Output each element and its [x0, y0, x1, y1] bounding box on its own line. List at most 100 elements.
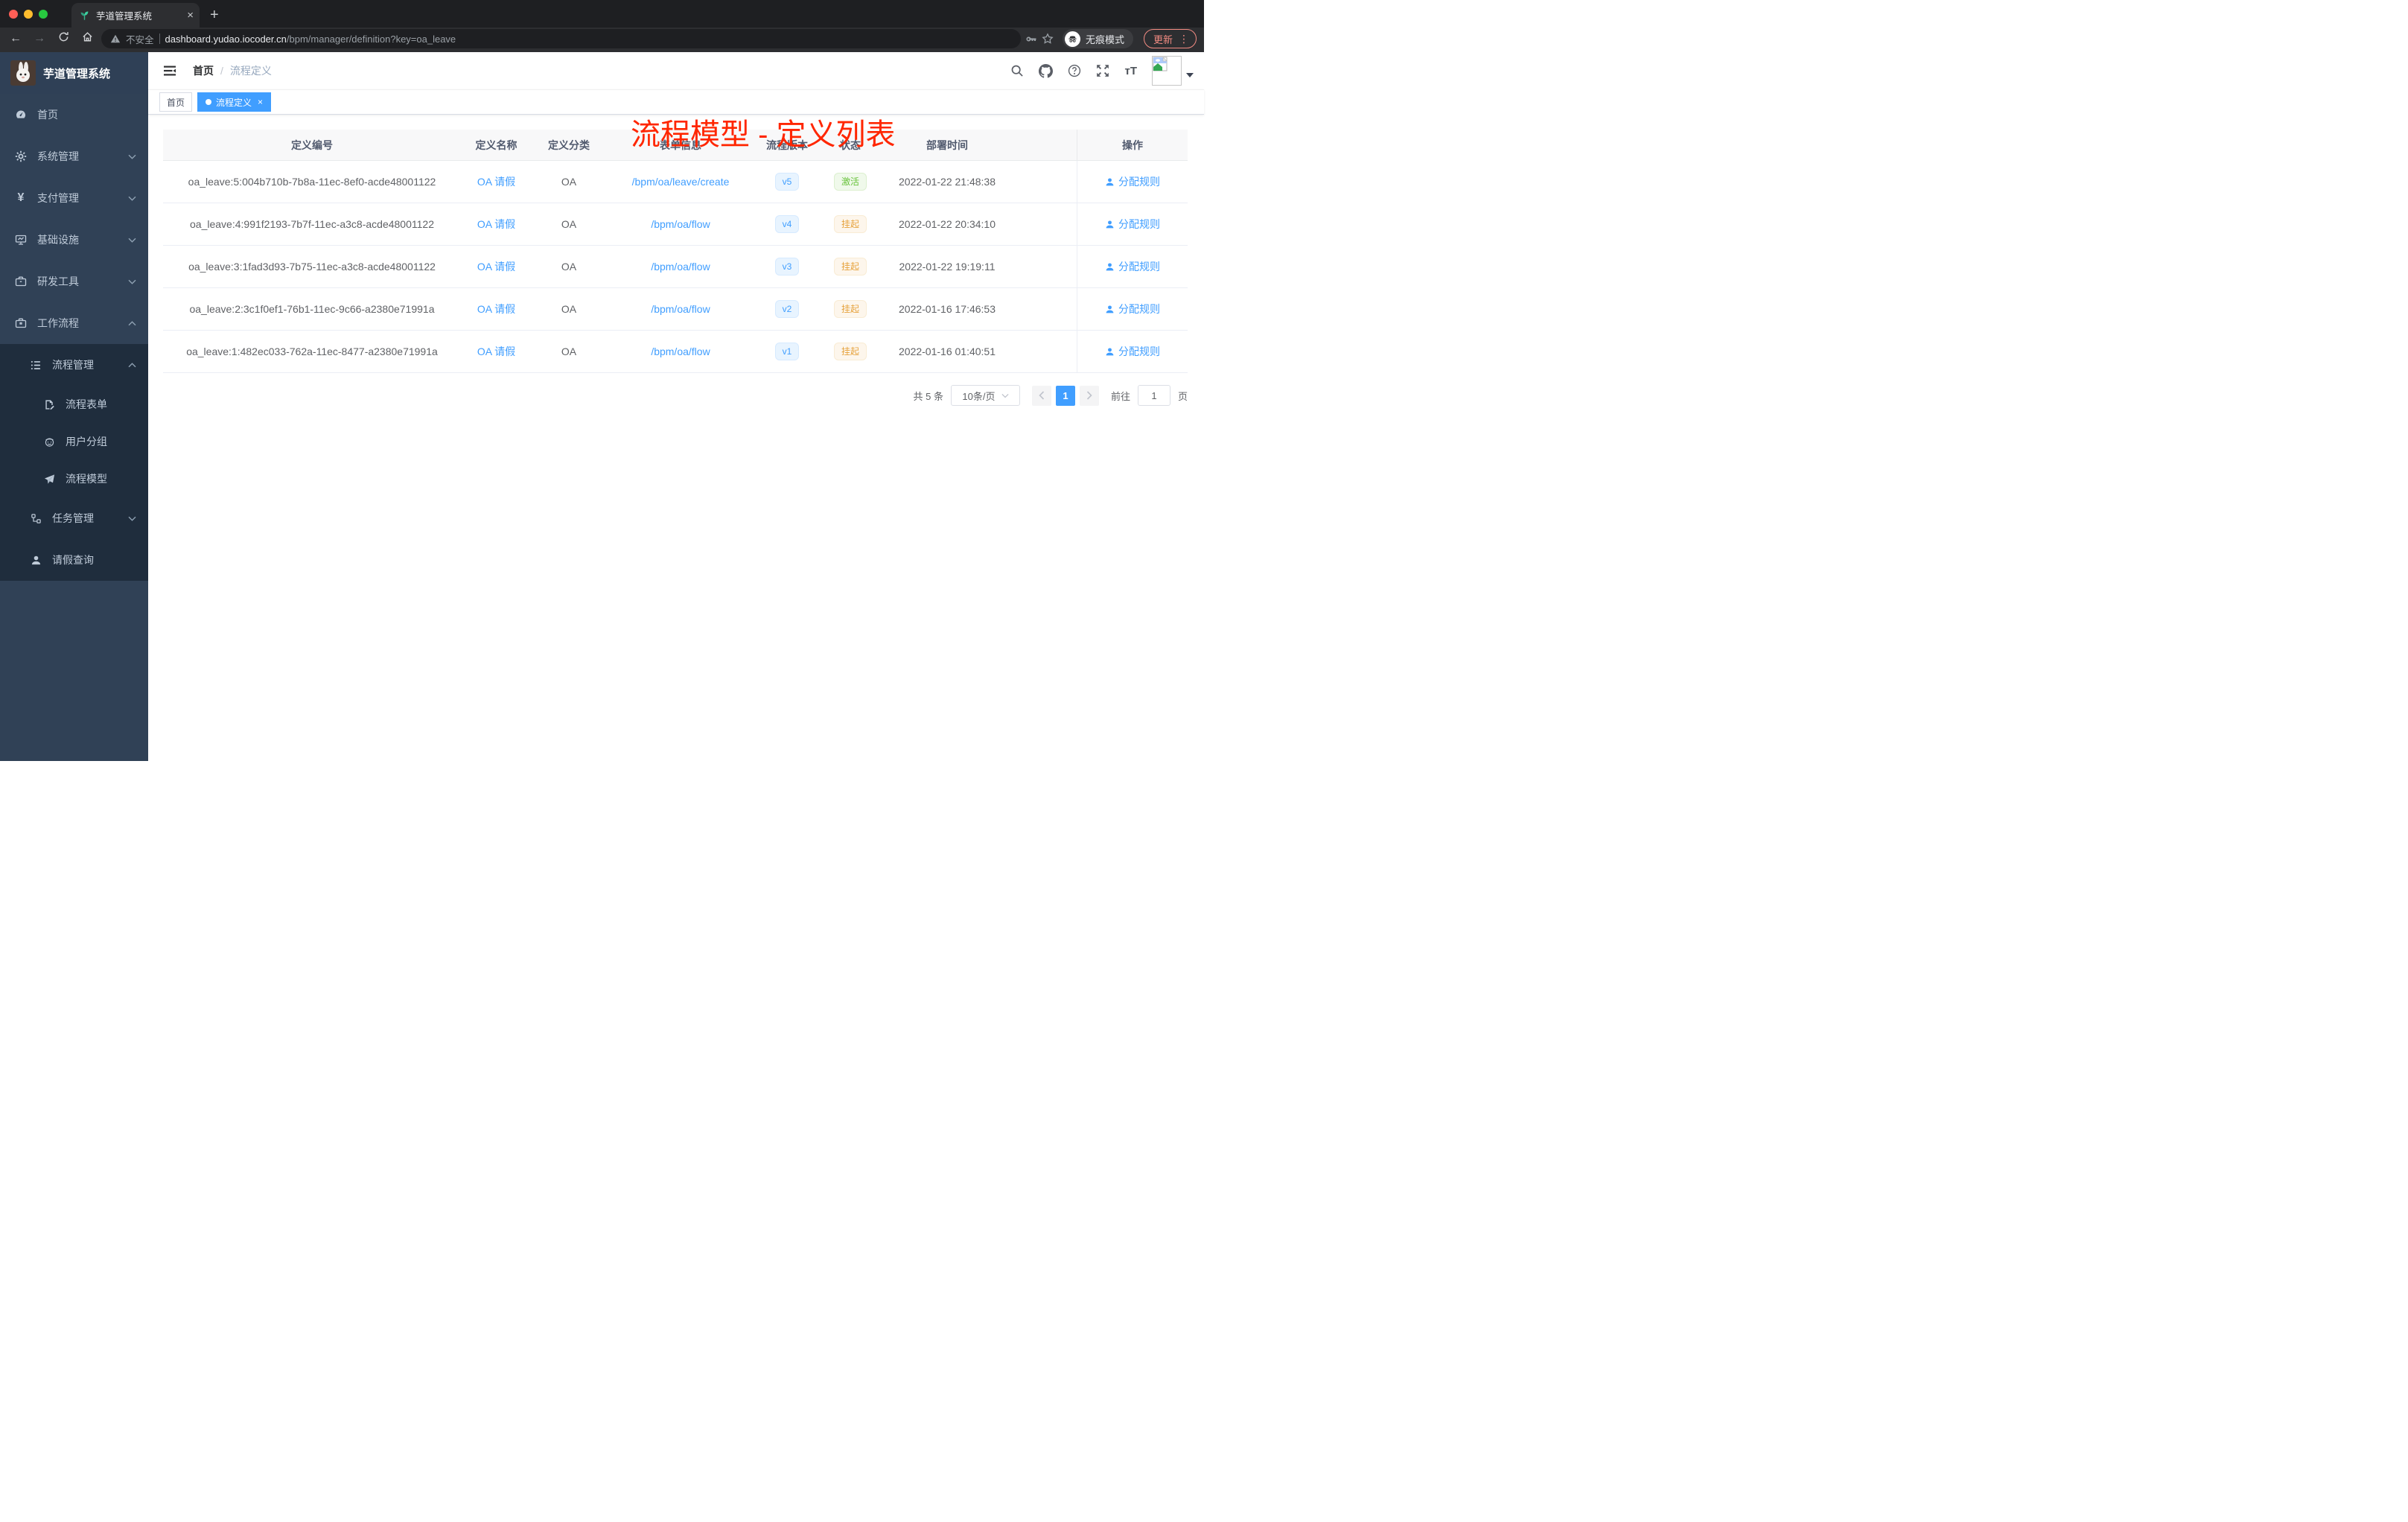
- current-page-button[interactable]: 1: [1055, 385, 1075, 406]
- sidebar-item-infrastructure[interactable]: 基础设施: [0, 219, 148, 261]
- main-area: 流程模型 - 定义列表 首页 / 流程定义 тT 首页 流程定义 × 定义编号 …: [148, 52, 1204, 761]
- window-close-button[interactable]: [9, 9, 18, 19]
- window-minimize-button[interactable]: [24, 9, 33, 19]
- definition-name-link[interactable]: OA 请假: [477, 261, 515, 273]
- user-avatar-dropdown[interactable]: [1152, 56, 1194, 86]
- page-buttons: 1: [1031, 385, 1099, 406]
- sidebar-item-process-form[interactable]: 流程表单: [0, 386, 148, 423]
- assign-rule-link[interactable]: 分配规则: [1105, 217, 1160, 232]
- tag-home[interactable]: 首页: [159, 92, 193, 112]
- browser-toolbar: ← → 不安全 dashboard.yudao.iocoder.cn/bpm/m…: [0, 28, 1204, 52]
- sidebar-item-label: 首页: [37, 109, 58, 121]
- forward-icon[interactable]: →: [30, 32, 49, 45]
- definition-name-link[interactable]: OA 请假: [477, 303, 515, 315]
- tag-close-icon[interactable]: ×: [258, 97, 263, 107]
- form-link[interactable]: /bpm/oa/flow: [651, 261, 710, 273]
- definition-category: OA: [561, 346, 577, 357]
- sidebar-item-process-model[interactable]: 流程模型: [0, 460, 148, 497]
- pagination-total: 共 5 条: [913, 390, 943, 402]
- fullscreen-icon[interactable]: [1096, 64, 1109, 77]
- tag-process-definition[interactable]: 流程定义 ×: [197, 92, 272, 112]
- search-icon[interactable]: [1010, 64, 1024, 77]
- definition-table: 定义编号 定义名称 定义分类 表单信息 流程版本 状态 部署时间 操作 oa_l…: [163, 130, 1188, 373]
- assign-rule-link[interactable]: 分配规则: [1105, 302, 1160, 316]
- sidebar-collapse-icon[interactable]: [159, 64, 181, 77]
- form-link[interactable]: /bpm/oa/flow: [651, 218, 710, 230]
- assign-rule-link[interactable]: 分配规则: [1105, 174, 1160, 189]
- assign-rule-link[interactable]: 分配规则: [1105, 259, 1160, 274]
- password-key-icon[interactable]: [1025, 33, 1037, 45]
- form-link[interactable]: /bpm/oa/flow: [651, 346, 710, 357]
- home-icon[interactable]: [77, 31, 97, 46]
- security-label[interactable]: 不安全: [126, 32, 154, 46]
- window-zoom-button[interactable]: [39, 9, 48, 19]
- security-warning-icon[interactable]: [110, 34, 121, 44]
- breadcrumb-current: 流程定义: [229, 65, 272, 77]
- form-link[interactable]: /bpm/oa/flow: [651, 303, 710, 315]
- caret-down-icon[interactable]: [1186, 73, 1194, 81]
- tab-close-icon[interactable]: ×: [187, 9, 194, 22]
- back-icon[interactable]: ←: [6, 32, 25, 45]
- url-separator: [159, 34, 160, 44]
- reload-icon[interactable]: [54, 31, 73, 46]
- workflow-submenu: 流程管理 流程表单 用户分组 流程模型 任务管理 请假查询: [0, 344, 148, 581]
- definition-name-link[interactable]: OA 请假: [477, 346, 515, 357]
- prev-page-button[interactable]: [1031, 385, 1051, 406]
- toolbox-icon: [15, 276, 27, 287]
- person-icon: [30, 554, 42, 566]
- user-icon: [1106, 347, 1114, 355]
- sidebar-item-process-management[interactable]: 流程管理: [0, 344, 148, 386]
- next-page-button[interactable]: [1079, 385, 1099, 406]
- browser-tab[interactable]: 芋道管理系统 ×: [71, 3, 200, 28]
- tab-title: 芋道管理系统: [96, 11, 153, 22]
- column-header: 部署时间: [926, 138, 968, 151]
- tag-label: 流程定义: [216, 97, 252, 108]
- definition-name-link[interactable]: OA 请假: [477, 218, 515, 230]
- form-link[interactable]: /bpm/oa/leave/create: [632, 176, 730, 188]
- sidebar-item-workflow[interactable]: 工作流程: [0, 302, 148, 344]
- url-text[interactable]: dashboard.yudao.iocoder.cn/bpm/manager/d…: [165, 34, 456, 45]
- sidebar-item-label: 支付管理: [37, 192, 79, 204]
- sidebar-item-devtools[interactable]: 研发工具: [0, 261, 148, 302]
- browser-update-button[interactable]: 更新 ⋮: [1143, 29, 1197, 48]
- breadcrumb-home[interactable]: 首页: [193, 63, 214, 78]
- assign-rule-link[interactable]: 分配规则: [1105, 344, 1160, 359]
- column-header: 定义编号: [291, 138, 333, 151]
- sidebar-item-user-group[interactable]: 用户分组: [0, 423, 148, 460]
- definition-category: OA: [561, 303, 577, 315]
- sidebar-item-home[interactable]: 首页: [0, 94, 148, 136]
- chevron-down-icon: [128, 196, 136, 201]
- tree-icon: [30, 512, 42, 524]
- sidebar-item-payment[interactable]: ¥ 支付管理: [0, 177, 148, 219]
- column-header: 定义名称: [475, 138, 517, 151]
- sidebar-item-label: 系统管理: [37, 150, 79, 162]
- help-icon[interactable]: [1068, 64, 1081, 77]
- version-badge: v4: [774, 215, 800, 233]
- goto-unit: 页: [1177, 390, 1188, 402]
- sidebar-item-label: 流程模型: [66, 473, 107, 485]
- table-row: oa_leave:4:991f2193-7b7f-11ec-a3c8-acde4…: [163, 203, 1188, 246]
- goto-page-input[interactable]: [1137, 385, 1170, 406]
- definition-name-link[interactable]: OA 请假: [477, 176, 515, 188]
- address-bar[interactable]: 不安全 dashboard.yudao.iocoder.cn/bpm/manag…: [101, 29, 1021, 48]
- incognito-label: 无痕模式: [1085, 34, 1124, 45]
- sidebar-item-task-management[interactable]: 任务管理: [0, 497, 148, 539]
- font-size-icon[interactable]: тT: [1124, 65, 1137, 77]
- version-badge: v2: [774, 300, 800, 318]
- monitor-icon: [15, 234, 27, 246]
- sidebar-item-leave-query[interactable]: 请假查询: [0, 539, 148, 581]
- sidebar-item-system[interactable]: 系统管理: [0, 136, 148, 177]
- browser-menu-icon[interactable]: ⋮: [1179, 33, 1189, 45]
- github-icon[interactable]: [1039, 63, 1054, 78]
- yen-icon: ¥: [17, 191, 25, 204]
- page-size-select[interactable]: 10条/页: [950, 385, 1020, 406]
- sidebar-logo[interactable]: 芋道管理系统: [0, 52, 148, 94]
- version-badge: v3: [774, 258, 800, 276]
- app-window: 芋道管理系统 首页 系统管理 ¥ 支付管理 基础设施 研发工具 工作流程 流程管…: [0, 52, 1204, 761]
- chevron-up-icon: [128, 362, 136, 368]
- user-icon: [1106, 177, 1114, 185]
- bookmark-star-icon[interactable]: [1042, 33, 1054, 45]
- new-tab-button[interactable]: +: [210, 7, 219, 28]
- status-badge: 挂起: [833, 343, 867, 360]
- breadcrumb-separator: /: [220, 65, 223, 77]
